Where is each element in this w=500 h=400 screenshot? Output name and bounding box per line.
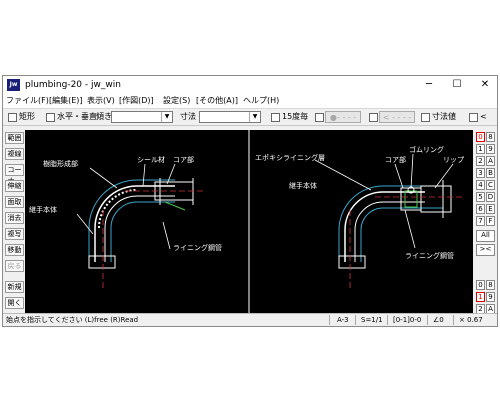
all-layers-button[interactable]: All [476, 230, 495, 242]
layer-group-7-button[interactable]: 7 [476, 216, 485, 226]
menu-edit[interactable]: [編集(E)] [49, 95, 83, 107]
slope-combo[interactable]: ▼ [111, 111, 173, 123]
arrow-line-button[interactable]: < - - - - [379, 111, 415, 123]
label-body-right: 継手本体 [289, 181, 317, 190]
menu-view[interactable]: 表示(V) [87, 95, 115, 107]
layer-status[interactable]: [0-1]0-0 [393, 315, 421, 325]
layer-group-e-button[interactable]: E [486, 204, 495, 214]
new-button[interactable]: 新規 [5, 281, 24, 293]
slope-label: 傾き [96, 112, 112, 121]
dimension-label: 寸法 [180, 112, 196, 121]
layer-group-3-button[interactable]: 3 [476, 168, 485, 178]
label-core-right: コア部 [385, 155, 406, 164]
layer-group-c-button[interactable]: C [486, 180, 495, 190]
label-lining-right: ライニング鋼管 [405, 251, 454, 260]
rect-checkbox[interactable] [8, 113, 17, 122]
layer-1-button[interactable]: 1 [476, 292, 485, 302]
rect-label: 矩形 [19, 112, 35, 121]
layer-group-0-button[interactable]: 0 [476, 132, 485, 142]
undo-button[interactable]: 戻る [5, 260, 24, 272]
layer-group-8-button[interactable]: 8 [486, 132, 495, 142]
label-body-left: 継手本体 [29, 205, 57, 214]
less-label: < [480, 112, 487, 121]
arrow-checkbox[interactable] [369, 113, 378, 122]
label-rubber-ring: ゴムリング [409, 145, 444, 154]
layer-toggle-button[interactable]: >< [476, 244, 495, 256]
move-button[interactable]: 移動 [5, 244, 24, 256]
paper-size[interactable]: A-3 [337, 315, 349, 325]
deg15-label: 15度毎 [282, 112, 309, 121]
layer-group-9-button[interactable]: 9 [486, 144, 495, 154]
open-button[interactable]: 開く [5, 297, 24, 309]
angle-value[interactable]: ∠0 [433, 315, 444, 325]
title-bar: Jw plumbing-20 - jw_win ─ ☐ ✕ [3, 76, 497, 94]
circle-line-button[interactable]: ●- - - - [325, 111, 361, 123]
layer-group-a-button[interactable]: A [486, 156, 495, 166]
copy-button[interactable]: 複写 [5, 228, 24, 240]
dimension-combo[interactable]: ▼ [199, 111, 261, 123]
chevron-down-icon: ▼ [249, 112, 260, 122]
status-message: 始点を指示してください (L)free (R)Read [6, 316, 139, 324]
layer-group-4-button[interactable]: 4 [476, 180, 485, 190]
layer-group-1-button[interactable]: 1 [476, 144, 485, 154]
label-lip: リップ [443, 156, 464, 164]
extend-button[interactable]: 伸縮 [5, 180, 24, 192]
window-title: plumbing-20 - jw_win [25, 80, 121, 90]
jw-win-window: Jw plumbing-20 - jw_win ─ ☐ ✕ ファイル(F) [編… [2, 75, 498, 327]
status-divider [453, 315, 454, 325]
zoom-value[interactable]: × 0.67 [459, 315, 483, 325]
cad-drawing: シール材 コア部 樹脂形成部 継手本体 ライニング鋼管 エポキシライニング層 コ… [29, 130, 465, 313]
right-elbow-drawing [314, 153, 465, 290]
deg15-checkbox[interactable] [271, 113, 280, 122]
dimension-value-label: 寸法値 [432, 112, 456, 121]
minimize-button[interactable]: ─ [415, 76, 443, 94]
layer-0-button[interactable]: 0 [476, 280, 485, 290]
layer-group-d-button[interactable]: D [486, 192, 495, 202]
label-seal: シール材 [137, 155, 165, 164]
status-bar: 始点を指示してください (L)free (R)Read A-3 S=1/1 [0… [3, 313, 497, 326]
menu-draw[interactable]: [作図(D)] [119, 95, 154, 107]
label-lining-left: ライニング鋼管 [173, 243, 222, 252]
status-divider [355, 315, 356, 325]
layer-group-2-button[interactable]: 2 [476, 156, 485, 166]
chevron-down-icon: ▼ [161, 112, 172, 122]
left-elbow-drawing [76, 163, 203, 290]
status-divider [387, 315, 388, 325]
maximize-button[interactable]: ☐ [443, 76, 471, 94]
horizontal-vertical-checkbox[interactable] [46, 113, 55, 122]
label-epoxy: エポキシライニング層 [255, 153, 325, 162]
status-divider [427, 315, 428, 325]
close-button[interactable]: ✕ [471, 76, 499, 94]
range-button[interactable]: 範囲 [5, 132, 24, 144]
horizontal-vertical-label: 水平・垂直 [57, 112, 97, 121]
label-resin: 樹脂形成部 [43, 159, 78, 168]
circle-checkbox[interactable] [315, 113, 324, 122]
layer-group-b-button[interactable]: B [486, 168, 495, 178]
drawing-canvas[interactable]: シール材 コア部 樹脂形成部 継手本体 ライニング鋼管 エポキシライニング層 コ… [25, 130, 473, 313]
chamfer-button[interactable]: 面取 [5, 196, 24, 208]
dimension-value-checkbox[interactable] [421, 113, 430, 122]
status-divider [329, 315, 330, 325]
less-checkbox[interactable] [469, 113, 478, 122]
label-core-left: コア部 [173, 155, 194, 164]
erase-button[interactable]: 消去 [5, 212, 24, 224]
menu-file[interactable]: ファイル(F) [6, 95, 49, 107]
jw-logo-icon: Jw [7, 79, 20, 91]
layer-8-button[interactable]: 8 [486, 280, 495, 290]
corner-button[interactable]: コーナー [5, 164, 24, 185]
scale-value[interactable]: S=1/1 [361, 315, 383, 325]
layer-group-6-button[interactable]: 6 [476, 204, 485, 214]
offset-button[interactable]: 複線 [5, 148, 24, 160]
menu-help[interactable]: ヘルプ(H) [243, 95, 279, 107]
menu-bar: ファイル(F) [編集(E)] 表示(V) [作図(D)] 設定(S) [その他… [3, 94, 497, 108]
layer-group-f-button[interactable]: F [486, 216, 495, 226]
menu-settings[interactable]: 設定(S) [163, 95, 190, 107]
layer-9-button[interactable]: 9 [486, 292, 495, 302]
tool-settings-bar: 矩形 水平・垂直 傾き ▼ 寸法 ▼ 15度毎 ●- - - - < - - -… [3, 108, 497, 126]
menu-other[interactable]: [その他(A)] [196, 95, 238, 107]
layer-group-5-button[interactable]: 5 [476, 192, 485, 202]
